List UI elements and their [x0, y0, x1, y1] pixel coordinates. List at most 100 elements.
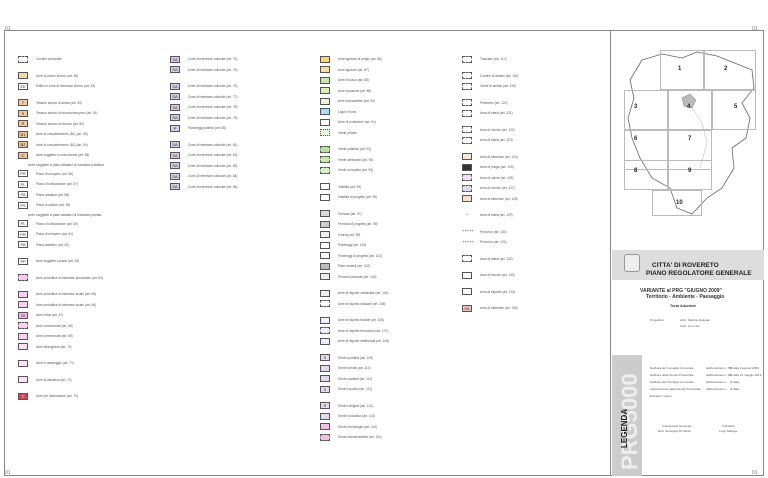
record-4-number: deliberazione n. — [706, 387, 728, 391]
legend-label: Ferrovia di progetto (art. 98) — [338, 222, 378, 227]
secretary-name: Dott. Giuseppe Di Nardo — [658, 429, 691, 433]
map-tile-9[interactable] — [668, 160, 712, 190]
legend-entry: Verde pubblico (art. 92) — [320, 144, 389, 155]
map-tile-2[interactable] — [704, 50, 756, 90]
secretary-title: Il Segretario Generale — [662, 424, 692, 428]
legend-label: Aree a pascolo (art. 89) — [338, 88, 372, 93]
map-tile-3[interactable] — [624, 90, 668, 130]
legend-swatch: +++++ — [462, 228, 474, 236]
legend-entry: Area di rispetto (art. 134) — [462, 287, 518, 298]
legend-entry: PL Piano di lottizzazione (art. 60) — [18, 219, 104, 230]
legend-swatch — [320, 220, 330, 228]
legend-entry: PL Piano di lottizzazione (art. 57) — [18, 179, 104, 190]
legend-entry: PA Piano attuativo (art. 62) — [18, 240, 104, 251]
legend-entry: Servizi sanitari (art. 111) — [320, 374, 389, 385]
map-tile-8[interactable] — [624, 160, 668, 190]
legend-entry: Aree produttive di interesse locale (art… — [18, 289, 104, 300]
legend-label: Viabilita (art. 95) — [338, 184, 362, 189]
legend-entry: Verde attrezzato (art. 93) — [320, 155, 389, 166]
legend-entry: Area di interesse (art. 128) — [462, 194, 518, 205]
legend-label: Zone di interesse culturale (art. 85) — [188, 184, 238, 189]
legend-label: Aree produttive di interesse locale (art… — [36, 302, 97, 307]
legend-swatch — [320, 193, 330, 201]
legend-label: Percorso (art. 130) — [480, 229, 507, 234]
legend-column-2: SA Zone di interesse culturale (art. 74) S… — [170, 54, 237, 192]
legend-swatch — [18, 290, 28, 298]
legend-label: Parcheggi (art. 100) — [338, 243, 367, 248]
adoption-label: Terza Adozione — [670, 304, 697, 308]
legend-label: Percorsi pedonali (art. 103) — [338, 274, 377, 279]
legend-label: Zone di interesse culturale (art. 81) — [188, 142, 238, 147]
legend-entry: C Aree soggette a convenzione (art. 55) — [18, 150, 104, 161]
legend-swatch — [462, 174, 472, 182]
plan-title: PIANO REGOLATORE GENERALE — [646, 270, 752, 277]
legend-entry: PS Piano di settore (art. 59) — [18, 200, 104, 211]
legend-entry: Area di tutela (art. 121) — [462, 108, 518, 119]
legend-entry: Aree di rispetto cimiteriale (art. 104) — [320, 288, 389, 299]
legend-label: Funivia (art. 99) — [338, 232, 361, 237]
legend-entry: Aree di rispetto ferroviario (art. 107) — [320, 326, 389, 337]
legend-swatch — [18, 332, 28, 340]
designer-2: Arch. Lino Lion — [680, 324, 701, 328]
map-tile-number: 8 — [634, 168, 638, 174]
legend-entry: Limite di ambito (art. 119) — [462, 81, 518, 92]
legend-swatch — [320, 364, 330, 372]
legend-entry: Aree agricole (art. 87) — [320, 65, 389, 76]
map-tile-number: 10 — [676, 200, 683, 206]
legend-entry: Servizi amministrativi (art. 116) — [320, 432, 389, 443]
map-tile-4[interactable] — [668, 90, 712, 130]
legend-swatch — [462, 136, 472, 144]
legend-entry: Aree agricole di pregio (art. 86) — [320, 54, 389, 65]
legend-label: Servizi tecnologici (art. 115) — [338, 424, 378, 429]
legend-label: Verde di rispetto (art. 94) — [338, 168, 374, 173]
legend-label: Aree di discarica (art. 72) — [36, 377, 72, 382]
legend-swatch: R — [320, 402, 330, 410]
legend-label: Area di rispetto (art. 134) — [480, 289, 516, 294]
map-tile-number: 2 — [724, 66, 728, 72]
legend-swatch — [320, 375, 330, 383]
legend-swatch: PR — [18, 230, 28, 238]
legend-swatch: PA — [18, 191, 28, 199]
legend-swatch — [462, 126, 472, 134]
map-tile-number: 1 — [678, 66, 682, 72]
legend-swatch — [320, 55, 330, 63]
legend-label: Piano di recupero (art. 56) — [36, 171, 74, 176]
city-title: CITTA' DI ROVERETO — [652, 262, 719, 269]
legend-entry: Area di pregio (art. 125) — [462, 162, 518, 173]
legend-label: Area di vincolo (art. 127) — [480, 186, 515, 191]
legend-swatch: PR — [18, 170, 28, 178]
legend-swatch — [320, 300, 330, 308]
legend-label: Area di tutela (art. 123) — [480, 138, 513, 143]
legend-label: Piano attuativo (art. 58) — [36, 192, 70, 197]
legend-vertical-label: LEGENDA — [620, 408, 629, 448]
legend-swatch: R — [18, 120, 28, 128]
legend-label: Servizi scolastici (art. 114) — [338, 414, 375, 419]
map-tile-5[interactable] — [712, 90, 756, 130]
map-tile-1[interactable] — [660, 50, 704, 90]
legend-label: Laghi e fiumi — [338, 109, 357, 114]
legend-entry: PP Aree soggette a piano (art. 63) — [18, 256, 104, 267]
legend-swatch — [462, 99, 472, 107]
legend-swatch — [462, 163, 472, 171]
legend-entry: PA Piano attuativo (art. 58) — [18, 190, 104, 201]
legend-swatch: SA — [462, 304, 472, 312]
corner-mark-tl: 01 — [5, 26, 11, 32]
legend-label: Aree agricole di pregio (art. 86) — [338, 57, 382, 62]
legend-swatch — [320, 423, 330, 431]
legend-label: Verde attrezzato (art. 93) — [338, 157, 374, 162]
legend-label: Aree alberghiere (art. 70) — [36, 344, 72, 349]
legend-swatch: EE — [18, 82, 28, 90]
legend-swatch: +++++ — [462, 238, 474, 246]
legend-swatch: SA — [170, 172, 180, 180]
legend-entry: Confine comunale — [18, 54, 104, 65]
legend-swatch — [320, 289, 330, 297]
legend-entry: SA Zone di interesse culturale (art. 76) — [170, 81, 237, 92]
legend-swatch — [320, 156, 330, 164]
legend-label: Servizi sanitari (art. 111) — [338, 376, 373, 381]
legend-entry: S Servizi sportivi (art. 112) — [320, 384, 389, 395]
tile-index-map[interactable]: 1 2 3 4 5 6 7 8 9 10 — [622, 48, 757, 216]
legend-label: Aree agricole (art. 87) — [338, 67, 369, 72]
legend-label: Area di tutela (art. 129) — [480, 213, 513, 218]
record-4-date: di data — [730, 387, 740, 391]
legend-swatch — [320, 252, 330, 260]
